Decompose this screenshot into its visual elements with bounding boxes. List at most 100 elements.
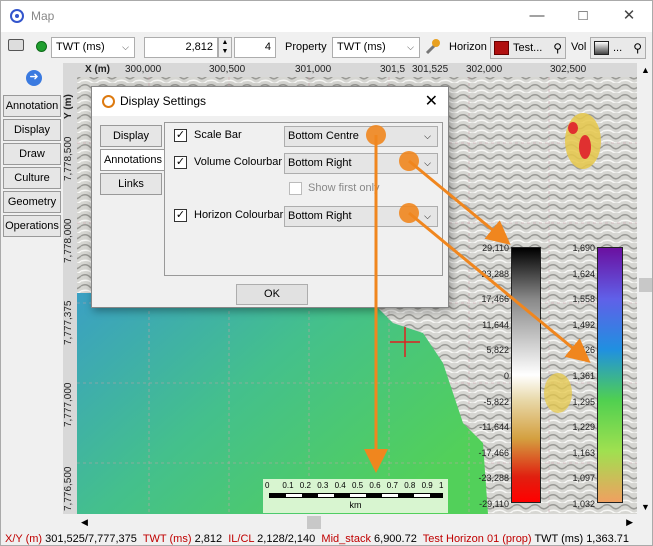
scale-bar-tick: 0.5 [352,481,364,490]
vertical-scroll-thumb[interactable] [639,278,652,292]
scale-bar-label: Scale Bar [194,129,242,141]
display-settings-dialog: Display Settings ✕ Display Annotations L… [91,86,449,308]
status-xy-label: X/Y (m) [5,533,43,545]
x-tick: 302,000 [466,64,503,75]
scale-bar-tick: 0.3 [317,481,329,490]
time-input[interactable]: 2,812 [144,37,218,58]
status-horizon-label: Test Horizon 01 (prop) [422,533,532,545]
tools-icon[interactable] [424,38,442,56]
dialog-close-icon[interactable]: ✕ [425,91,438,111]
annotations-panel: ✓ Scale Bar Bottom Centre ⌵ ✓ Volume Col… [164,122,443,276]
horizon-colourbar-position-select[interactable]: Bottom Right ⌵ [284,206,438,227]
dialog-tab-links[interactable]: Links [100,173,162,195]
status-twt-label: TWT (ms) [142,533,192,545]
camera-icon[interactable] [8,39,24,51]
volume-colourbar-position-value: Bottom Right [288,157,352,169]
x-tick: 300,500 [209,64,246,75]
status-horizon-twt-value: 1,363.71 [586,533,630,545]
tab-geometry[interactable]: Geometry [3,191,61,213]
volume-colourbar-position-select[interactable]: Bottom Right ⌵ [284,153,438,174]
minimize-button[interactable]: — [514,1,560,32]
tab-operations[interactable]: Operations [3,215,61,237]
status-xy-value: 301,525/7,777,375 [45,533,137,545]
dialog-title: Display Settings [120,94,207,108]
horizon-colourbar-label: 1,032 [572,499,595,509]
tab-culture[interactable]: Culture [3,167,61,189]
horizontal-scroll-thumb[interactable] [307,516,321,529]
property-label: Property [285,41,327,53]
scale-bar: 0 0.1 0.2 0.3 0.4 0.5 0.6 0.7 0.8 0.9 1 km [263,479,448,513]
volume-colourbar-label: 23,288 [481,268,509,279]
scroll-right-icon[interactable]: ▶ [626,517,633,528]
arrow-right-icon[interactable]: ➜ [26,70,42,86]
dialog-title-bar: Display Settings ✕ [92,87,448,116]
horizon-colourbar-label: 1,624 [572,268,595,279]
scale-bar-tick: 0.4 [334,481,346,490]
y-tick: 7,777,375 [63,300,74,346]
horizon-colourbar-checkbox[interactable]: ✓ [174,209,187,222]
horizon-picker-value: Test... [513,42,543,54]
toolbar: TWT (ms) ⌵ 2,812 ▲ ▼ 4 Property TWT (ms) … [1,32,652,63]
x-tick: 301,000 [295,64,332,75]
volume-colourbar-label: -29,110 [479,499,509,509]
vertical-scrollbar[interactable]: ▲ ▼ [637,63,652,514]
scale-bar-position-value: Bottom Centre [288,130,359,142]
tab-draw[interactable]: Draw [3,143,61,165]
scale-bar-ruler [269,493,443,498]
ok-button[interactable]: OK [236,284,308,305]
property-select[interactable]: TWT (ms) ⌵ [332,37,420,58]
tab-annotation[interactable]: Annotation [3,95,61,117]
scale-bar-checkbox[interactable]: ✓ [174,129,187,142]
time-stepper[interactable]: ▲ ▼ [218,37,232,58]
domain-select-value: TWT (ms) [56,41,105,53]
volume-colourbar-label: 0 [503,371,509,381]
scroll-left-icon[interactable]: ◀ [81,517,88,528]
horizon-colourbar-label: 1,295 [572,396,595,407]
status-horizon-twt-label: TWT (ms) [534,533,584,545]
close-button[interactable]: ✕ [606,1,652,32]
horizon-colourbar-label: 1,690 [572,243,595,253]
volume-colourbar-label: -5,822 [483,396,509,407]
scale-bar-tick: 0.6 [369,481,381,490]
chevron-down-icon: ⌵ [424,158,431,168]
dialog-tab-display[interactable]: Display [100,125,162,147]
horizon-picker[interactable]: Test... ⚲ [490,37,566,59]
show-first-only-checkbox[interactable] [289,182,302,195]
horizon-icon [494,41,509,55]
horizon-label: Horizon [449,41,487,53]
y-axis-title: Y (m) [63,94,74,119]
horizon-colourbar-label: 1,097 [572,473,595,484]
chevron-down-icon: ⌵ [122,42,129,52]
scroll-up-icon[interactable]: ▲ [641,65,650,75]
status-green-icon [36,41,47,52]
dialog-tab-annotations[interactable]: Annotations [100,149,166,171]
chevron-down-icon: ⌵ [424,211,431,221]
horizon-colourbar-label: 1,558 [572,294,595,305]
step-input-value: 4 [264,41,271,53]
status-ilcl-label: IL/CL [228,533,255,545]
chevron-down-icon: ⌵ [407,42,414,52]
maximize-button[interactable]: □ [560,1,606,32]
scale-bar-tick: 0.9 [421,481,433,490]
scale-bar-position-select[interactable]: Bottom Centre ⌵ [284,126,438,147]
horizon-colourbar-label: 1,163 [572,447,595,458]
domain-select[interactable]: TWT (ms) ⌵ [51,37,135,58]
horizon-colourbar-label: 1,426 [572,345,595,356]
y-tick: 7,778,500 [63,136,74,182]
volume-colourbar-label: -11,644 [479,422,509,433]
volume-colourbar-label: 29,110 [482,243,509,253]
window-title: Map [31,9,55,23]
y-tick: 7,778,000 [63,218,74,264]
volume-colourbar-label: -23,288 [478,473,509,484]
volume-picker[interactable]: ... ⚲ [590,37,646,59]
scroll-down-icon[interactable]: ▼ [641,502,650,512]
horizontal-scrollbar[interactable]: ◀ ▶ [77,514,637,531]
title-bar: Map — □ ✕ [1,1,652,32]
scale-bar-tick: 0.2 [299,481,311,490]
scale-bar-tick: 1 [439,481,444,490]
tab-display[interactable]: Display [3,119,61,141]
scale-bar-unit: km [349,500,362,510]
volume-colourbar-checkbox[interactable]: ✓ [174,156,187,169]
step-input[interactable]: 4 [234,37,276,58]
volume-colourbar-label: 11,644 [482,319,509,330]
